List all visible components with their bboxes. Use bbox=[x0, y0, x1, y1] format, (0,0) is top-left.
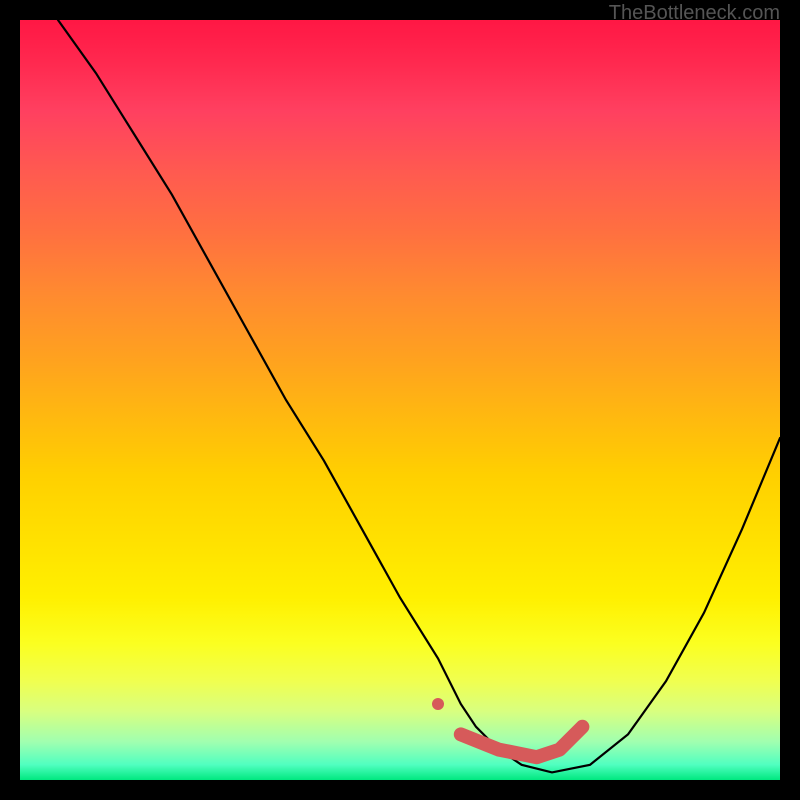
watermark-label: TheBottleneck.com bbox=[609, 2, 780, 25]
chart-svg bbox=[20, 20, 780, 780]
chart-container: TheBottleneck.com bbox=[0, 0, 800, 800]
bottleneck-curve-line bbox=[58, 20, 780, 772]
optimal-marker-group bbox=[432, 698, 582, 757]
